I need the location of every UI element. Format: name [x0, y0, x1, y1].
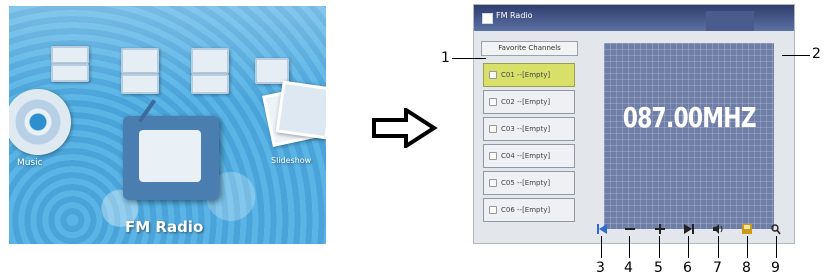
- save-icon[interactable]: [741, 222, 753, 236]
- slideshow-photo-icon[interactable]: [275, 80, 326, 140]
- callout-1: 1: [441, 50, 450, 66]
- callout-6: 6: [683, 260, 692, 276]
- channel-item[interactable]: C01 --[Empty]: [483, 63, 575, 87]
- callout-4: 4: [624, 260, 633, 276]
- menu-label-slideshow[interactable]: Slideshow: [271, 156, 311, 165]
- callout-6-line: [688, 236, 689, 258]
- callout-2: 2: [812, 46, 821, 62]
- callout-5: 5: [654, 260, 663, 276]
- callout-4-line: [629, 236, 630, 258]
- menu-label-fm-radio[interactable]: FM Radio: [125, 218, 203, 236]
- menu-tile: [191, 74, 229, 94]
- frequency-readout: 087.00MHZ: [622, 101, 757, 134]
- channel-item[interactable]: C04 --[Empty]: [483, 144, 575, 168]
- callout-9: 9: [771, 260, 780, 276]
- channel-label: C06 --[Empty]: [501, 206, 551, 214]
- callout-8: 8: [742, 260, 751, 276]
- radio-screen-icon: [139, 130, 201, 182]
- minus-icon[interactable]: [624, 222, 636, 236]
- callout-3: 3: [596, 260, 605, 276]
- volume-icon[interactable]: [712, 222, 724, 236]
- channel-icon: [489, 125, 497, 133]
- title-bar-block: [706, 11, 754, 31]
- home-menu-screen: Music FM Radio Slideshow: [9, 6, 326, 244]
- callout-7-line: [718, 236, 719, 258]
- channel-item[interactable]: C03 --[Empty]: [483, 117, 575, 141]
- callout-5-line: [659, 236, 660, 258]
- fm-radio-screen: FM Radio Favorite Channels C01 --[Empty]…: [473, 4, 795, 244]
- callout-3-line: [601, 236, 602, 258]
- menu-label-music[interactable]: Music: [17, 158, 43, 168]
- channel-item[interactable]: C06 --[Empty]: [483, 198, 575, 222]
- menu-tile: [191, 48, 229, 74]
- menu-tile: [121, 74, 159, 94]
- previous-icon[interactable]: [596, 222, 608, 236]
- channel-icon: [489, 98, 497, 106]
- plus-icon[interactable]: [654, 222, 666, 236]
- channel-label: C04 --[Empty]: [501, 152, 551, 160]
- channel-item[interactable]: C02 --[Empty]: [483, 90, 575, 114]
- channel-icon: [489, 206, 497, 214]
- channel-icon: [489, 71, 497, 79]
- radio-app-icon: [482, 13, 493, 24]
- channel-label: C01 --[Empty]: [501, 71, 551, 79]
- window-title: FM Radio: [496, 11, 533, 20]
- right-arrow-icon: [372, 108, 438, 148]
- callout-8-line: [747, 236, 748, 258]
- callout-9-line: [776, 236, 777, 258]
- title-bar: FM Radio: [474, 5, 794, 31]
- menu-tile: [51, 64, 89, 82]
- callout-2-line: [782, 55, 810, 56]
- menu-tile: [121, 48, 159, 74]
- search-icon[interactable]: [770, 222, 782, 236]
- callout-1-line: [452, 58, 486, 59]
- channel-item[interactable]: C05 --[Empty]: [483, 171, 575, 195]
- fm-radio-icon[interactable]: [123, 99, 219, 200]
- menu-tile: [51, 46, 89, 64]
- favorites-header: Favorite Channels: [481, 41, 578, 56]
- channel-label: C03 --[Empty]: [501, 125, 551, 133]
- channel-icon: [489, 179, 497, 187]
- channel-label: C05 --[Empty]: [501, 179, 551, 187]
- channel-icon: [489, 152, 497, 160]
- frequency-display: 087.00MHZ: [604, 43, 774, 229]
- next-icon[interactable]: [683, 222, 695, 236]
- callout-7: 7: [713, 260, 722, 276]
- channel-label: C02 --[Empty]: [501, 98, 551, 106]
